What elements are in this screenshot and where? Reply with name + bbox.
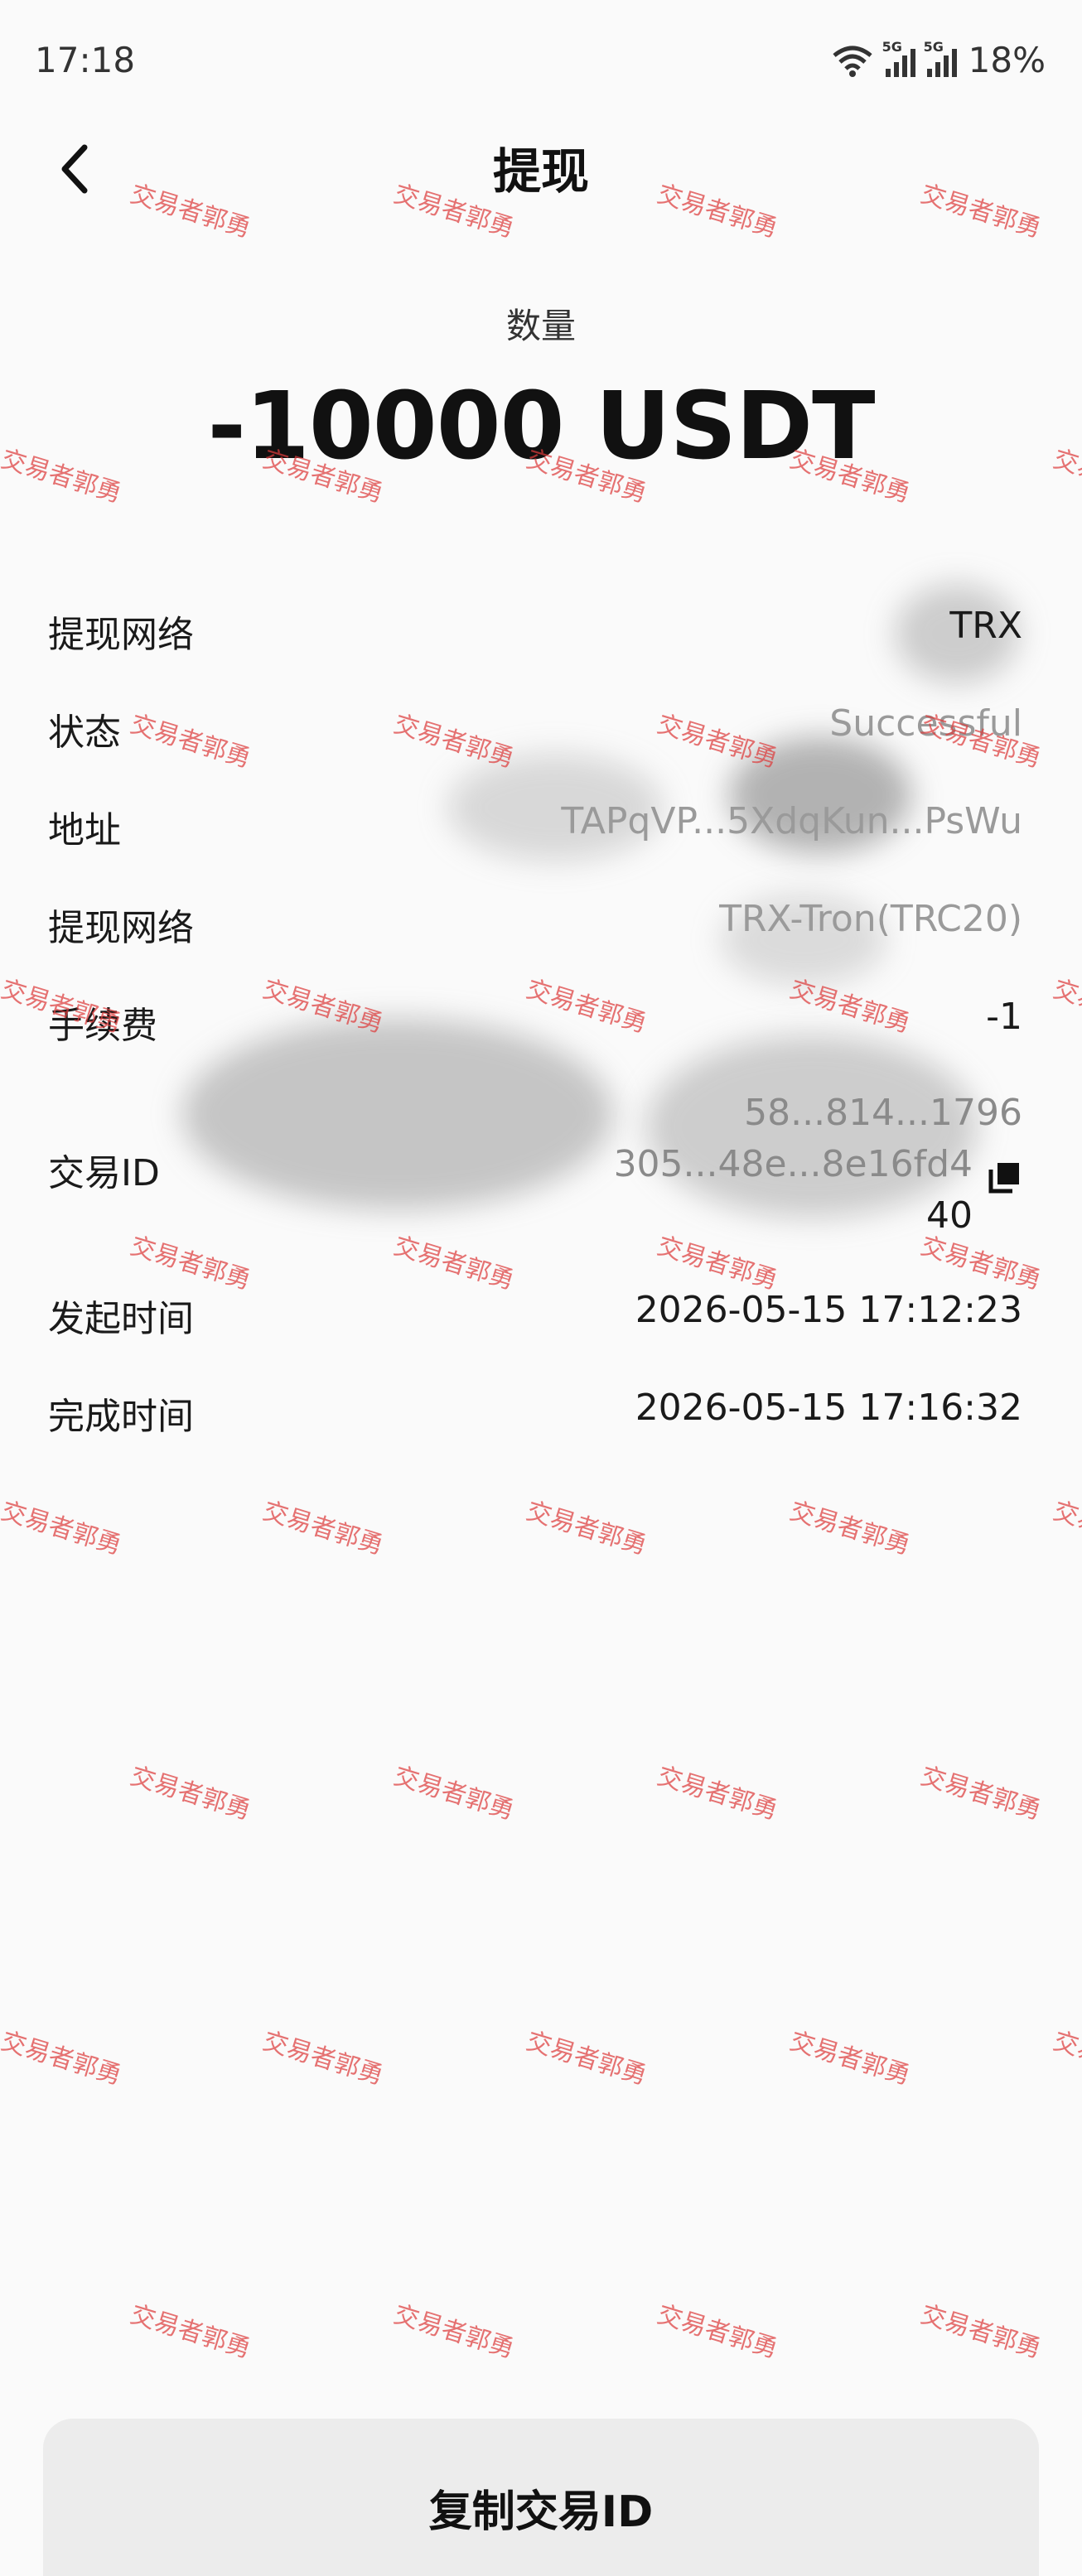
- detail-row-status: 状态 Successful: [48, 702, 1022, 769]
- watermark-text: 交易者郭勇: [654, 2299, 781, 2365]
- detail-row-chain: 提现网络 TRX-Tron(TRC20): [48, 898, 1022, 964]
- signal-icon-sim1: 5G: [882, 39, 915, 77]
- amount-value: -10000 USDT: [207, 373, 875, 480]
- chain-value: TRX-Tron(TRC20): [719, 898, 1022, 940]
- detail-row-address: 地址 TAPqVP...5XdqKun...PsWu: [48, 800, 1022, 866]
- address-label: 地址: [48, 809, 121, 851]
- watermark-text: 交易者郭勇: [0, 1496, 125, 1561]
- battery-level: 18%: [968, 40, 1046, 80]
- watermark-text: 交易者郭勇: [259, 2026, 387, 2091]
- txid-line: 305...48e...8e16fd4: [613, 1143, 973, 1185]
- detail-row-start-time: 发起时间 2026-05-15 17:12:23: [48, 1289, 1022, 1355]
- copy-icon[interactable]: [986, 1160, 1022, 1196]
- status-time: 17:18: [35, 40, 136, 80]
- watermark-text: 交易者郭勇: [127, 1761, 254, 1826]
- watermark-text: 交易者郭勇: [0, 2026, 125, 2091]
- fee-label: 手续费: [48, 1005, 157, 1047]
- watermark-text: 交易者郭勇: [654, 1761, 781, 1826]
- fee-value: -1: [986, 996, 1022, 1038]
- header: 提现: [0, 124, 1082, 215]
- status-bar: 17:18 5G 5G 18%: [0, 0, 1082, 124]
- network-value: TRX: [949, 605, 1022, 647]
- watermark-text: 交易者郭勇: [1050, 974, 1082, 1040]
- address-value: TAPqVP...5XdqKun...PsWu: [561, 800, 1022, 842]
- watermark-text: 交易者郭勇: [1050, 2026, 1082, 2091]
- txid-line: 58...814...1796: [744, 1092, 1022, 1134]
- watermark-text: 交易者郭勇: [127, 1231, 254, 1296]
- watermark-text: 交易者郭勇: [1050, 1496, 1082, 1561]
- amount-label: 数量: [505, 306, 576, 346]
- watermark-text: 交易者郭勇: [523, 2026, 650, 2091]
- watermark-text: 交易者郭勇: [917, 2299, 1045, 2365]
- txid-label: 交易ID: [48, 1152, 160, 1194]
- network-label: 提现网络: [48, 614, 194, 656]
- watermark-text: 交易者郭勇: [259, 1496, 387, 1561]
- detail-row-network: 提现网络 TRX: [48, 605, 1022, 671]
- end-time-value: 2026-05-15 17:16:32: [635, 1387, 1022, 1429]
- signal-icon-sim2: 5G: [924, 39, 957, 77]
- wifi-icon: [833, 46, 872, 77]
- status-label: 状态: [48, 712, 121, 754]
- copy-txid-button-label: 复制交易ID: [428, 2487, 654, 2537]
- start-time-label: 发起时间: [48, 1298, 194, 1340]
- txid-line: 40: [926, 1194, 973, 1237]
- status-icons: 5G 5G 18%: [831, 39, 1046, 80]
- watermark-text: 交易者郭勇: [786, 2026, 914, 2091]
- start-time-value: 2026-05-15 17:12:23: [635, 1289, 1022, 1331]
- watermark-text: 交易者郭勇: [523, 1496, 650, 1561]
- detail-row-end-time: 完成时间 2026-05-15 17:16:32: [48, 1387, 1022, 1453]
- detail-row-fee: 手续费 -1: [48, 996, 1022, 1062]
- watermark-text: 交易者郭勇: [390, 1761, 518, 1826]
- watermark-text: 交易者郭勇: [917, 1761, 1045, 1826]
- end-time-label: 完成时间: [48, 1396, 194, 1438]
- watermark-text: 交易者郭勇: [390, 2299, 518, 2365]
- watermark-text: 交易者郭勇: [127, 2299, 254, 2365]
- chain-label: 提现网络: [48, 907, 194, 949]
- status-value: Successful: [829, 702, 1022, 745]
- txid-value: 58...814...1796 305...48e...8e16fd4 40: [244, 1092, 1022, 1249]
- watermark-text: 交易者郭勇: [786, 1496, 914, 1561]
- copy-txid-button[interactable]: 复制交易ID: [43, 2419, 1039, 2576]
- page-title: 提现: [492, 143, 589, 200]
